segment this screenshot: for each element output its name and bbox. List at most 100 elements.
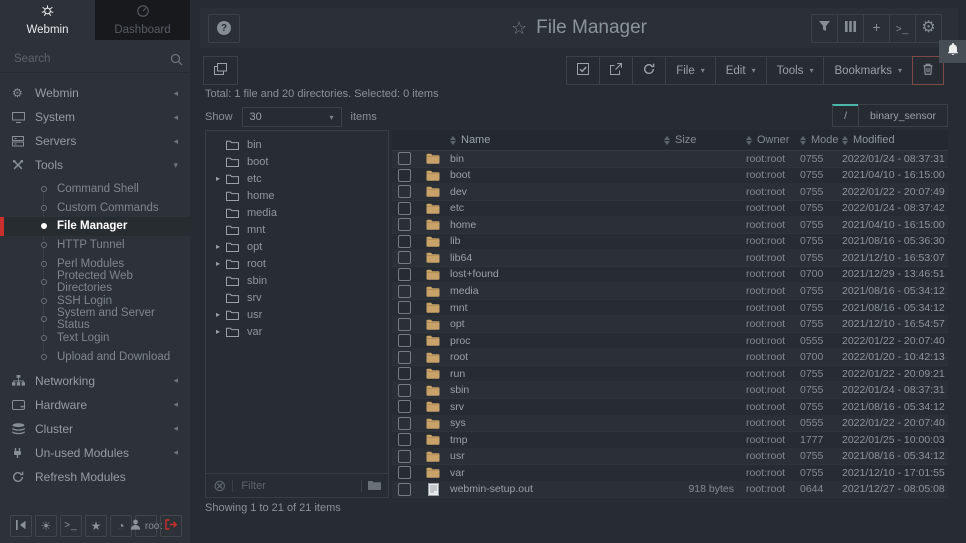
refresh-button[interactable] bbox=[632, 56, 666, 85]
edit-menu[interactable]: Edit▾ bbox=[715, 56, 767, 85]
tree-node-opt[interactable]: ▸opt bbox=[206, 238, 388, 255]
file-link[interactable]: sys bbox=[450, 417, 664, 429]
file-link[interactable]: root bbox=[450, 351, 664, 363]
tree-node-etc[interactable]: ▸etc bbox=[206, 170, 388, 187]
file-link[interactable]: proc bbox=[450, 335, 664, 347]
export-button[interactable] bbox=[599, 56, 633, 85]
clear-filter-icon[interactable]: ⊗ bbox=[213, 476, 226, 496]
page-size-select[interactable]: 30 ▾ bbox=[242, 107, 342, 127]
row-checkbox[interactable] bbox=[398, 450, 411, 463]
search-input[interactable] bbox=[12, 52, 170, 66]
row-checkbox[interactable] bbox=[398, 417, 411, 430]
sidebar-item-servers[interactable]: Servers◂ bbox=[0, 129, 190, 153]
folder-jump-icon[interactable] bbox=[368, 478, 381, 494]
file-link[interactable]: boot bbox=[450, 169, 664, 181]
sidebar-item-tools[interactable]: Tools▾ bbox=[0, 153, 190, 177]
sidebar-item-refresh-modules[interactable]: Refresh Modules bbox=[0, 465, 190, 489]
sidebar-item-networking[interactable]: Networking◂ bbox=[0, 369, 190, 393]
row-checkbox[interactable] bbox=[398, 152, 411, 165]
user-button[interactable]: root bbox=[135, 515, 157, 537]
file-link[interactable]: mnt bbox=[450, 302, 664, 314]
file-link[interactable]: bin bbox=[450, 153, 664, 165]
file-link[interactable]: srv bbox=[450, 401, 664, 413]
tree-node-sbin[interactable]: sbin bbox=[206, 272, 388, 289]
file-link[interactable]: run bbox=[450, 368, 664, 380]
row-checkbox[interactable] bbox=[398, 367, 411, 380]
sidebar-item-text-login[interactable]: Text Login bbox=[0, 329, 190, 348]
row-checkbox[interactable] bbox=[398, 202, 411, 215]
column-header-modified[interactable]: Modified bbox=[836, 134, 948, 146]
tree-node-media[interactable]: media bbox=[206, 204, 388, 221]
row-checkbox[interactable] bbox=[398, 251, 411, 264]
sidebar-item-command-shell[interactable]: Command Shell bbox=[0, 180, 190, 199]
row-checkbox[interactable] bbox=[398, 433, 411, 446]
terminal-button[interactable]: >_ bbox=[60, 515, 82, 537]
settings-button[interactable]: ⚙ bbox=[915, 14, 942, 43]
sidebar-item-file-manager[interactable]: File Manager bbox=[0, 217, 190, 236]
row-checkbox[interactable] bbox=[398, 466, 411, 479]
filter-button[interactable] bbox=[811, 14, 838, 43]
tree-node-root[interactable]: ▸root bbox=[206, 255, 388, 272]
tree-node-srv[interactable]: srv bbox=[206, 289, 388, 306]
expand-caret-icon[interactable]: ▸ bbox=[216, 174, 226, 183]
tab-webmin[interactable]: Webmin bbox=[0, 0, 95, 40]
file-link[interactable]: opt bbox=[450, 318, 664, 330]
expand-caret-icon[interactable]: ▸ bbox=[216, 242, 226, 251]
sidebar-item-system[interactable]: System◂ bbox=[0, 105, 190, 129]
favorites-button[interactable]: ★ bbox=[85, 515, 107, 537]
help-button[interactable]: ? bbox=[208, 14, 240, 43]
column-header-name[interactable]: Name bbox=[450, 134, 664, 146]
file-link[interactable]: webmin-setup.out bbox=[450, 483, 664, 495]
path-tab-binary-sensor[interactable]: binary_sensor bbox=[858, 104, 948, 127]
theme-toggle-button[interactable]: ☀ bbox=[35, 515, 57, 537]
tree-node-boot[interactable]: boot bbox=[206, 153, 388, 170]
row-checkbox[interactable] bbox=[398, 185, 411, 198]
tools-menu[interactable]: Tools▾ bbox=[766, 56, 825, 85]
column-header-mode[interactable]: Mode bbox=[794, 134, 836, 146]
row-checkbox[interactable] bbox=[398, 400, 411, 413]
tree-node-home[interactable]: home bbox=[206, 187, 388, 204]
bookmarks-menu[interactable]: Bookmarks▾ bbox=[823, 56, 913, 85]
tab-dashboard[interactable]: Dashboard bbox=[95, 0, 190, 40]
tree-node-var[interactable]: ▸var bbox=[206, 323, 388, 340]
row-checkbox[interactable] bbox=[398, 301, 411, 314]
row-checkbox[interactable] bbox=[398, 218, 411, 231]
row-checkbox[interactable] bbox=[398, 483, 411, 496]
sidebar-item-hardware[interactable]: Hardware◂ bbox=[0, 393, 190, 417]
file-link[interactable]: lib bbox=[450, 235, 664, 247]
sidebar-item-system-and-server-status[interactable]: System and Server Status bbox=[0, 310, 190, 329]
file-link[interactable]: home bbox=[450, 219, 664, 231]
file-link[interactable]: lib64 bbox=[450, 252, 664, 264]
copy-path-button[interactable] bbox=[203, 56, 238, 85]
logout-button[interactable] bbox=[160, 515, 182, 537]
file-link[interactable]: usr bbox=[450, 450, 664, 462]
sidebar-item-custom-commands[interactable]: Custom Commands bbox=[0, 199, 190, 218]
favorite-star-icon[interactable]: ☆ bbox=[511, 18, 527, 39]
column-header-size[interactable]: Size bbox=[664, 134, 734, 146]
file-link[interactable]: sbin bbox=[450, 384, 664, 396]
file-link[interactable]: lost+found bbox=[450, 268, 664, 280]
expand-caret-icon[interactable]: ▸ bbox=[216, 327, 226, 336]
file-link[interactable]: dev bbox=[450, 186, 664, 198]
sidebar-item-upload-and-download[interactable]: Upload and Download bbox=[0, 347, 190, 366]
row-checkbox[interactable] bbox=[398, 169, 411, 182]
row-checkbox[interactable] bbox=[398, 334, 411, 347]
sidebar-item-cluster[interactable]: Cluster◂ bbox=[0, 417, 190, 441]
row-checkbox[interactable] bbox=[398, 318, 411, 331]
file-menu[interactable]: File▾ bbox=[665, 56, 716, 85]
tree-node-usr[interactable]: ▸usr bbox=[206, 306, 388, 323]
file-link[interactable]: tmp bbox=[450, 434, 664, 446]
columns-button[interactable] bbox=[837, 14, 864, 43]
row-checkbox[interactable] bbox=[398, 268, 411, 281]
sidebar-item-protected-web-directories[interactable]: Protected Web Directories bbox=[0, 273, 190, 292]
tree-node-mnt[interactable]: mnt bbox=[206, 221, 388, 238]
shell-button[interactable]: >_ bbox=[889, 14, 916, 43]
file-link[interactable]: var bbox=[450, 467, 664, 479]
path-tab-[interactable]: / bbox=[832, 104, 859, 127]
sidebar-item-http-tunnel[interactable]: HTTP Tunnel bbox=[0, 236, 190, 255]
add-button[interactable]: + bbox=[863, 14, 890, 43]
usage-button[interactable]: ◔ bbox=[110, 515, 132, 537]
column-header-owner[interactable]: Owner bbox=[734, 134, 794, 146]
expand-caret-icon[interactable]: ▸ bbox=[216, 310, 226, 319]
collapse-sidebar-button[interactable] bbox=[10, 515, 32, 537]
